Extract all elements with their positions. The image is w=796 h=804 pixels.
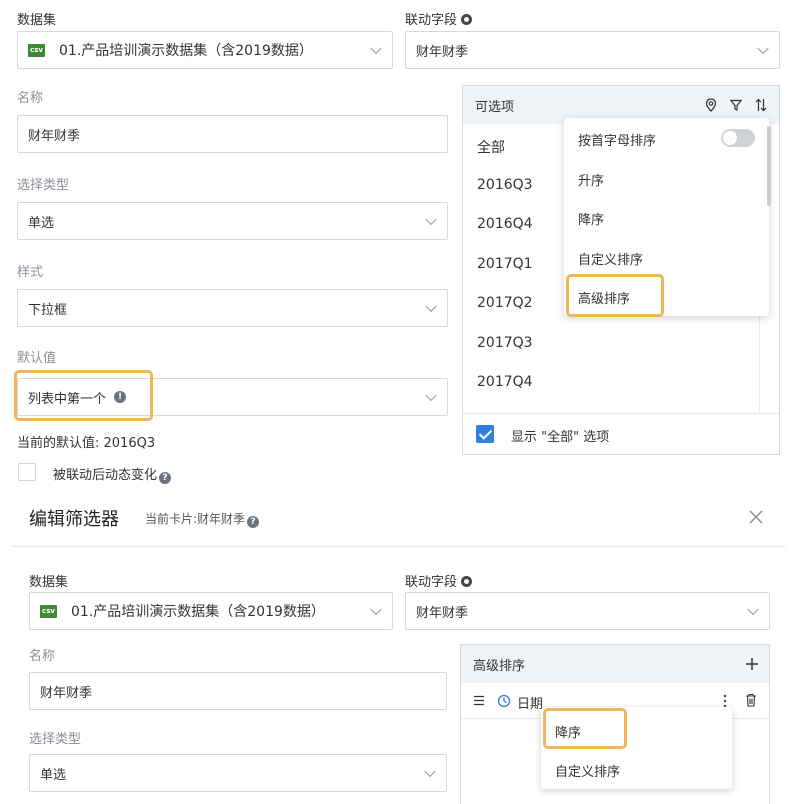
editor-select-type-label: 选择类型	[29, 732, 82, 747]
sort-icon[interactable]	[755, 98, 767, 112]
highlight-box	[566, 274, 664, 317]
dataset-select[interactable]: csv 01.产品培训演示数据集（含2019数据）	[17, 31, 393, 69]
dataset-select-value: 01.产品培训演示数据集（含2019数据）	[59, 43, 313, 59]
linked-field-label-text: 联动字段	[405, 13, 458, 28]
chevron-down-icon	[424, 765, 436, 778]
delete-icon[interactable]	[745, 693, 757, 707]
options-panel-title: 可选项	[475, 99, 515, 115]
menu-item-custom-sort[interactable]: 自定义排序	[578, 249, 643, 268]
alpha-sort-toggle[interactable]	[721, 129, 755, 147]
highlight-box	[14, 370, 153, 421]
editor-dataset-select[interactable]: csv 01.产品培训演示数据集（含2019数据）	[29, 592, 393, 630]
select-type-label: 选择类型	[17, 178, 70, 193]
name-label: 名称	[17, 91, 44, 106]
current-card-text: 当前卡片:财年财季	[145, 512, 246, 526]
show-all-checkbox[interactable]	[476, 425, 494, 443]
editor-dataset-value: 01.产品培训演示数据集（含2019数据）	[71, 604, 325, 620]
menu-item-alpha-sort[interactable]: 按首字母排序	[578, 130, 656, 149]
style-label: 样式	[17, 265, 44, 280]
editor-name-value: 财年财季	[40, 685, 93, 701]
option-item[interactable]: 2017Q1	[477, 256, 533, 272]
linked-change-checkbox[interactable]	[18, 463, 36, 481]
close-icon[interactable]	[748, 509, 764, 525]
option-item[interactable]: 全部	[477, 137, 505, 157]
editor-name-label: 名称	[29, 649, 56, 664]
style-select[interactable]: 下拉框	[17, 289, 448, 327]
menu-item-descending[interactable]: 降序	[578, 209, 604, 228]
chevron-down-icon	[747, 603, 759, 616]
menu-item-ascending[interactable]: 升序	[578, 170, 604, 189]
info-icon: ?	[247, 516, 260, 528]
date-field-icon	[497, 694, 511, 708]
linked-change-label-text: 被联动后动态变化	[53, 468, 158, 483]
chevron-down-icon	[425, 300, 437, 313]
linked-field-label: 联动字段	[405, 9, 473, 28]
editor-name-input[interactable]: 财年财季	[29, 672, 447, 710]
style-select-value: 下拉框	[28, 302, 68, 318]
chevron-down-icon	[370, 42, 382, 55]
name-input[interactable]: 财年财季	[17, 115, 448, 153]
add-icon[interactable]	[745, 657, 759, 671]
editor-dataset-label: 数据集	[29, 575, 69, 590]
csv-icon: csv	[40, 604, 57, 618]
default-value-label: 默认值	[17, 351, 57, 366]
option-item[interactable]: 2017Q3	[477, 335, 533, 351]
drag-handle-icon[interactable]	[473, 695, 485, 706]
panel-divider	[463, 413, 779, 414]
linked-field-select[interactable]: 财年财季	[405, 31, 780, 69]
option-item[interactable]: 2016Q3	[477, 177, 533, 193]
editor-linked-field-select[interactable]: 财年财季	[405, 592, 770, 630]
editor-select-type-value: 单选	[40, 767, 67, 783]
chevron-down-icon	[425, 213, 437, 226]
select-type-select[interactable]: 单选	[17, 202, 448, 240]
editor-select-type-select[interactable]: 单选	[29, 754, 447, 792]
gear-icon[interactable]	[461, 576, 473, 587]
editor-linked-field-label: 联动字段	[405, 571, 473, 590]
csv-icon: csv	[28, 43, 45, 57]
advanced-sort-header: 高级排序	[461, 645, 769, 683]
editor-title: 编辑筛选器	[29, 509, 119, 530]
editor-linked-field-value: 财年财季	[416, 605, 469, 621]
menu-scrollbar[interactable]	[767, 126, 771, 206]
sort-rule-label: 日期	[517, 697, 544, 712]
option-item[interactable]: 2017Q2	[477, 295, 533, 311]
gear-icon[interactable]	[461, 14, 473, 25]
current-default-text: 当前的默认值: 2016Q3	[17, 436, 156, 451]
more-icon[interactable]	[723, 694, 727, 708]
name-input-value: 财年财季	[28, 128, 81, 144]
menu-item-custom-sort[interactable]: 自定义排序	[555, 761, 620, 780]
current-card-info: 当前卡片:财年财季?	[145, 510, 260, 528]
editor-divider	[12, 546, 786, 547]
chevron-down-icon	[757, 42, 769, 55]
advanced-sort-title: 高级排序	[473, 658, 526, 674]
dataset-label: 数据集	[17, 13, 57, 28]
filter-icon[interactable]	[730, 99, 742, 111]
select-type-value: 单选	[28, 215, 55, 231]
option-item[interactable]: 2016Q4	[477, 216, 533, 232]
help-icon: ?	[159, 472, 172, 484]
linked-field-select-value: 财年财季	[416, 44, 469, 60]
option-item[interactable]: 2017Q4	[477, 374, 533, 390]
highlight-box	[543, 708, 627, 749]
chevron-down-icon	[370, 603, 382, 616]
chevron-down-icon	[425, 389, 437, 402]
location-icon[interactable]	[705, 98, 717, 112]
editor-linked-field-label-text: 联动字段	[405, 575, 458, 590]
linked-change-label: 被联动后动态变化?	[53, 464, 172, 484]
show-all-label: 显示 "全部" 选项	[511, 430, 610, 445]
